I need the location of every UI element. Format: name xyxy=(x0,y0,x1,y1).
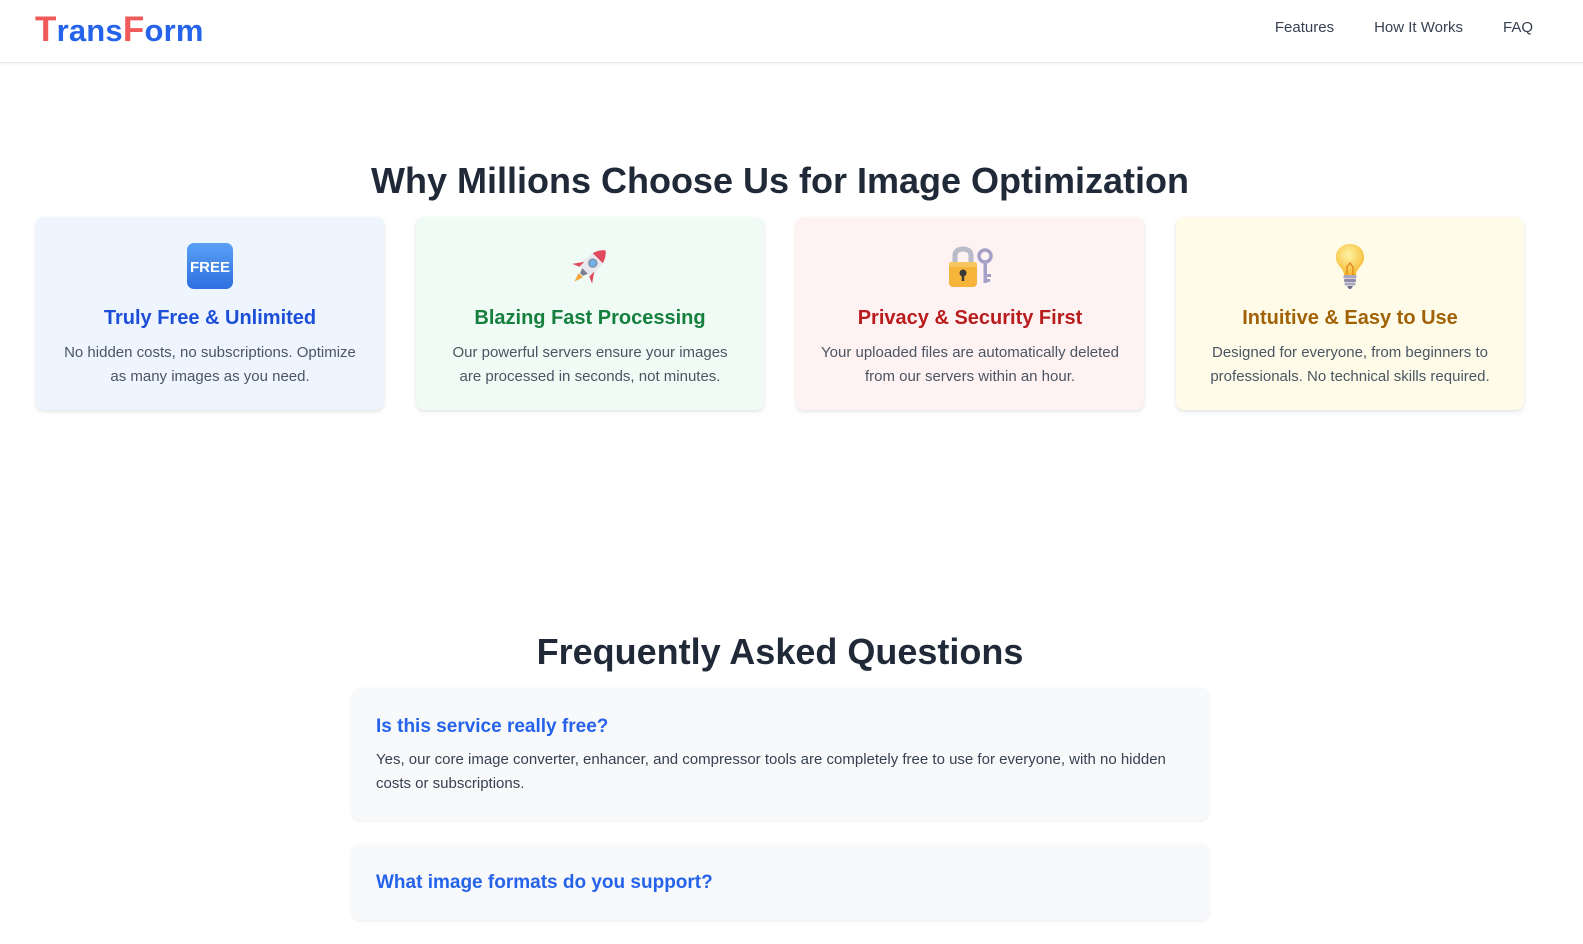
lightbulb-icon xyxy=(1325,241,1375,291)
feature-card-fast: Blazing Fast Processing Our powerful ser… xyxy=(416,217,764,410)
lock-key-icon xyxy=(945,241,995,291)
feature-card-title: Privacy & Security First xyxy=(857,307,1083,329)
faq-question[interactable]: What image formats do you support? xyxy=(376,870,1185,896)
svg-text:FREE: FREE xyxy=(190,259,230,276)
faq-answer: Yes, our core image converter, enhancer,… xyxy=(376,751,1166,792)
logo-letter-f: F xyxy=(122,10,145,49)
feature-card-title: Intuitive & Easy to Use xyxy=(1242,307,1458,329)
logo-text-orm: orm xyxy=(144,13,204,48)
logo-letter-t: T xyxy=(35,10,57,49)
rocket-icon xyxy=(565,241,615,291)
faq-item[interactable]: Is this service really free? Yes, our co… xyxy=(352,688,1209,820)
feature-card-text: No hidden costs, no subscriptions. Optim… xyxy=(64,344,356,385)
feature-card-text: Your uploaded files are automatically de… xyxy=(821,344,1119,385)
feature-card-text: Our powerful servers ensure your images … xyxy=(452,344,728,385)
faq-item[interactable]: What image formats do you support? xyxy=(352,844,1209,920)
nav-link-how-it-works[interactable]: How It Works xyxy=(1374,18,1463,38)
feature-cards: FREE Truly Free & Unlimited No hidden co… xyxy=(36,217,1524,410)
logo-text-rans: rans xyxy=(56,13,123,48)
faq-section-title: Frequently Asked Questions xyxy=(536,630,1024,672)
site-header: TransForm Features How It Works FAQ xyxy=(0,0,1583,63)
main-nav: Features How It Works FAQ xyxy=(1275,18,1533,38)
nav-link-faq[interactable]: FAQ xyxy=(1503,18,1533,38)
feature-card-privacy: Privacy & Security First Your uploaded f… xyxy=(796,217,1144,410)
nav-link-features[interactable]: Features xyxy=(1275,18,1334,38)
free-badge-icon: FREE xyxy=(185,241,235,291)
logo[interactable]: TransForm xyxy=(35,10,204,51)
faq-list: Is this service really free? Yes, our co… xyxy=(352,688,1209,944)
feature-card-title: Truly Free & Unlimited xyxy=(103,307,317,329)
feature-card-free: FREE Truly Free & Unlimited No hidden co… xyxy=(36,217,384,410)
feature-card-text: Designed for everyone, from beginners to… xyxy=(1210,344,1490,385)
feature-card-title: Blazing Fast Processing xyxy=(474,307,706,329)
faq-question[interactable]: Is this service really free? xyxy=(376,714,1185,740)
feature-card-easy: Intuitive & Easy to Use Designed for eve… xyxy=(1176,217,1524,410)
why-section-title: Why Millions Choose Us for Image Optimiz… xyxy=(370,159,1190,201)
